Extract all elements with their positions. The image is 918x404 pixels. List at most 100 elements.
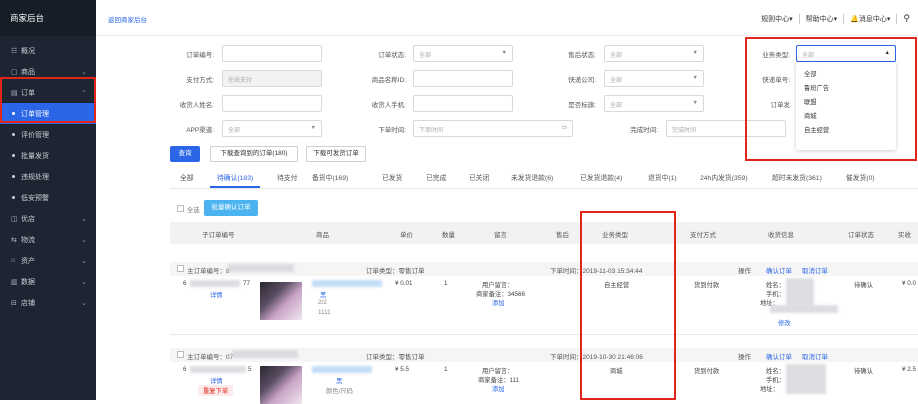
col-unit-price: 单价 bbox=[400, 232, 413, 239]
order-checkbox[interactable] bbox=[177, 265, 184, 272]
receiver-phone-input[interactable] bbox=[413, 95, 513, 112]
tab-refund-unshipped[interactable]: 未发货退款(6) bbox=[511, 172, 553, 182]
order-time-input[interactable]: 下单时间 ▭ bbox=[413, 120, 573, 137]
redacted-product-name bbox=[312, 366, 372, 373]
label-pay-method: 支付方式: bbox=[186, 77, 214, 84]
nav-data[interactable]: ▥ 数据 ⌄ bbox=[0, 271, 96, 292]
col-quantity: 数量 bbox=[442, 232, 455, 239]
user-icon[interactable]: ⚲ bbox=[903, 13, 910, 24]
bulk-confirm-button[interactable]: 批量确认订单 bbox=[204, 200, 258, 216]
redacted-order-no bbox=[232, 350, 298, 358]
chevron-down-icon: ⌄ bbox=[81, 215, 87, 223]
quantity: 1 bbox=[444, 366, 448, 373]
col-sub-order-no: 子订单编号 bbox=[202, 232, 235, 239]
confirm-order-link[interactable]: 确认订单 bbox=[766, 265, 792, 275]
product-thumbnail[interactable] bbox=[260, 282, 302, 320]
nav-promo[interactable]: ◫ 优店 ⌄ bbox=[0, 208, 96, 229]
label-after-sale: 售后状态: bbox=[568, 52, 596, 59]
tab-returning[interactable]: 退货中(1) bbox=[648, 172, 677, 182]
confirm-order-link[interactable]: 确认订单 bbox=[766, 351, 792, 361]
tab-urge[interactable]: 催发货(0) bbox=[846, 172, 875, 182]
buyer-message: 用户留言： bbox=[482, 368, 514, 375]
edit-address-link[interactable]: 修改 bbox=[778, 318, 791, 327]
nav-store[interactable]: ⊟ 店铺 ⌄ bbox=[0, 292, 96, 313]
divider bbox=[843, 13, 845, 24]
divider bbox=[896, 13, 898, 24]
label-product-id: 商品名称ID: bbox=[371, 77, 406, 84]
after-sale-select[interactable]: 全部 ▼ bbox=[604, 45, 704, 62]
nav-warnings[interactable]: 低安预警 bbox=[0, 187, 96, 208]
data-icon: ▥ bbox=[11, 278, 18, 286]
cancel-order-link[interactable]: 取消订单 bbox=[802, 265, 828, 275]
nav-overview[interactable]: ☷ 概况 bbox=[0, 40, 96, 61]
product-spec: 黑 bbox=[320, 292, 327, 299]
col-after-sale: 售后 bbox=[556, 232, 569, 239]
sub-order-no: 77 bbox=[243, 280, 251, 287]
tab-pending-confirm[interactable]: 待确认(183) bbox=[217, 172, 253, 182]
sidebar: 商家后台 ☷ 概况 ▢ 商品 ⌄ ▤ 订单 ⌃ 订单管理 评价管理 批量发货 违规处理 低… bbox=[0, 0, 96, 400]
pay-method-value: 货到付款 bbox=[694, 282, 720, 289]
order-no-input[interactable] bbox=[222, 45, 322, 62]
asset-icon: ⌂ bbox=[11, 257, 16, 264]
nav-violations[interactable]: 违规处理 bbox=[0, 166, 96, 187]
caret-down-icon: ▼ bbox=[692, 75, 698, 81]
select-all-label: 全选 bbox=[187, 207, 200, 214]
tab-preparing[interactable]: 备货中(169) bbox=[312, 172, 348, 182]
order-status-select[interactable]: 全部 ▼ bbox=[413, 45, 513, 62]
tab-closed[interactable]: 已关闭 bbox=[469, 172, 489, 182]
app-channel-select[interactable]: 全部 ▼ bbox=[222, 120, 322, 137]
col-order-status: 订单状态 bbox=[848, 232, 874, 239]
nav-logistics[interactable]: ⇆ 物流 ⌄ bbox=[0, 229, 96, 250]
select-all-checkbox[interactable] bbox=[177, 205, 184, 212]
top-bar: 返回商家后台 规则中心▾ 帮助中心▾ 🔔消息中心▾ ⚲ bbox=[96, 0, 918, 36]
chevron-down-icon: ⌄ bbox=[81, 299, 87, 307]
tab-ship-24h[interactable]: 24h内发货(359) bbox=[700, 172, 748, 182]
label-app-channel: APP渠道: bbox=[186, 127, 214, 134]
chevron-down-icon: ▾ bbox=[833, 15, 838, 23]
help-center-link[interactable]: 帮助中心▾ bbox=[806, 14, 838, 24]
receiver-address-label: 地址： bbox=[760, 386, 779, 393]
redacted-order-no bbox=[228, 264, 294, 272]
dot-icon bbox=[12, 175, 15, 178]
rules-center-link[interactable]: 规则中心▾ bbox=[761, 14, 793, 24]
duplicate-order-tag: 重复下单 bbox=[198, 385, 234, 396]
add-remark-link[interactable]: 添加 bbox=[492, 384, 505, 393]
col-product: 商品 bbox=[316, 232, 329, 239]
flag-select[interactable]: 全部 ▼ bbox=[604, 95, 704, 112]
cancel-order-link[interactable]: 取消订单 bbox=[802, 351, 828, 361]
label-order-status: 订单状态: bbox=[378, 52, 406, 59]
redacted-sub-order-no bbox=[190, 280, 240, 287]
chevron-down-icon: ⌄ bbox=[81, 68, 87, 76]
back-link[interactable]: 返回商家后台 bbox=[108, 14, 147, 24]
divider bbox=[170, 334, 918, 335]
caret-down-icon: ▼ bbox=[692, 100, 698, 106]
export-orders-button[interactable]: 下载查询到的订单(180) bbox=[210, 146, 298, 162]
logistics-icon: ⇆ bbox=[11, 236, 17, 244]
add-remark-link[interactable]: 添加 bbox=[492, 298, 505, 307]
order-checkbox[interactable] bbox=[177, 351, 184, 358]
nav-assets[interactable]: ⌂ 资产 ⌄ bbox=[0, 250, 96, 271]
export-shippable-button[interactable]: 下载可发货订单 bbox=[306, 146, 366, 162]
express-select[interactable]: 全部 ▼ bbox=[604, 70, 704, 87]
message-center-link[interactable]: 🔔消息中心▾ bbox=[850, 14, 890, 24]
product-spec: 黑 bbox=[336, 378, 343, 385]
label-flag: 是否标旗: bbox=[568, 102, 596, 109]
main-order-no: 主订单编号：07 bbox=[187, 354, 234, 361]
tab-pending-pay[interactable]: 待支付 bbox=[277, 172, 297, 182]
product-thumbnail[interactable] bbox=[260, 366, 302, 404]
tab-refund-shipped[interactable]: 已发货退款(4) bbox=[580, 172, 622, 182]
receiver-name-input[interactable] bbox=[222, 95, 322, 112]
detail-link[interactable]: 详情 bbox=[210, 290, 223, 299]
tab-overdue[interactable]: 超时未发货(361) bbox=[772, 172, 822, 182]
nav-batch-ship[interactable]: 批量发货 bbox=[0, 145, 96, 166]
receiver-phone-label: 手机： bbox=[766, 291, 785, 298]
order-status-value: 待确认 bbox=[854, 368, 873, 375]
store-icon: ⊟ bbox=[11, 299, 17, 307]
tab-completed[interactable]: 已完成 bbox=[426, 172, 446, 182]
tab-shipped[interactable]: 已发货 bbox=[382, 172, 402, 182]
nav-review-management[interactable]: 评价管理 bbox=[0, 124, 96, 145]
tab-all[interactable]: 全部 bbox=[180, 172, 194, 182]
query-button[interactable]: 查询 bbox=[170, 146, 200, 162]
detail-link[interactable]: 详情 bbox=[210, 376, 223, 385]
product-id-input[interactable] bbox=[413, 70, 513, 87]
